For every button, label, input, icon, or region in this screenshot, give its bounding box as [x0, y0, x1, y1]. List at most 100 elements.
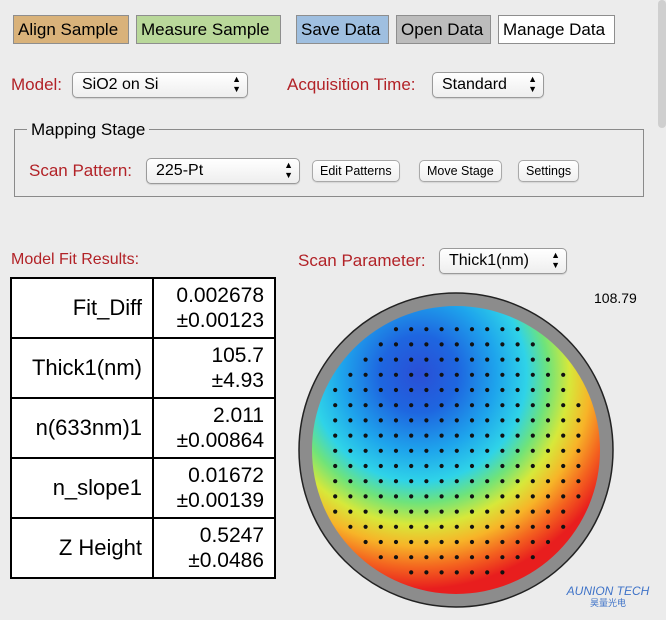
measurement-point	[454, 357, 459, 362]
measurement-point	[363, 357, 368, 362]
manage-data-button[interactable]: Manage Data	[498, 15, 615, 44]
measurement-point	[485, 403, 490, 408]
measurement-point	[515, 342, 520, 347]
measurement-point	[454, 494, 459, 499]
measurement-point	[333, 433, 338, 438]
align-sample-button[interactable]: Align Sample	[13, 15, 129, 44]
move-stage-button[interactable]: Move Stage	[419, 160, 502, 182]
measurement-point	[424, 342, 429, 347]
measurement-point	[363, 403, 368, 408]
measurement-point	[393, 463, 399, 469]
measurement-point	[500, 570, 505, 575]
model-select[interactable]: SiO2 on Si ▲ ▼	[72, 72, 248, 98]
measurement-point	[500, 357, 505, 362]
measurement-point	[439, 463, 444, 469]
measurement-point	[439, 524, 444, 529]
measurement-point	[393, 555, 399, 560]
scan-pattern-value: 225-Pt	[156, 162, 204, 179]
measurement-point	[454, 479, 459, 484]
measurement-point	[561, 403, 566, 408]
measurement-point	[515, 372, 520, 377]
scan-pattern-label: Scan Pattern:	[29, 161, 133, 180]
measurement-point	[469, 555, 475, 560]
value-text: 0.01672	[188, 464, 264, 487]
measurement-point	[454, 418, 459, 423]
measurement-point	[515, 448, 520, 453]
measurement-point	[409, 509, 414, 514]
measurement-point	[439, 448, 444, 453]
measurement-point	[348, 387, 353, 393]
measurement-point	[409, 479, 414, 484]
measurement-point	[333, 403, 338, 408]
acquisition-time-value: Standard	[442, 76, 507, 93]
measurement-point	[409, 387, 414, 393]
measurement-point	[485, 433, 490, 438]
measurement-point	[500, 387, 505, 393]
settings-button[interactable]: Settings	[518, 160, 580, 182]
measurement-point	[485, 539, 490, 545]
measurement-point	[363, 479, 368, 484]
scan-parameter-select[interactable]: Thick1(nm) ▲ ▼	[439, 248, 567, 274]
open-data-button[interactable]: Open Data	[396, 15, 491, 44]
value-text: 0.5247	[199, 524, 264, 547]
measurement-point	[348, 403, 353, 408]
measurement-point	[500, 372, 505, 377]
measurement-point	[485, 342, 490, 347]
measurement-point	[530, 463, 535, 469]
scrollbar[interactable]	[658, 0, 666, 128]
measurement-point	[424, 463, 429, 469]
measurement-point	[363, 509, 368, 514]
measurement-point	[378, 539, 383, 545]
measurement-point	[454, 372, 459, 377]
measurement-point	[500, 433, 505, 438]
measurement-point	[469, 494, 475, 499]
measurement-point	[500, 327, 505, 332]
scan-parameter-label: Scan Parameter:	[298, 251, 426, 270]
measurement-point	[454, 524, 459, 529]
measurement-point	[561, 387, 566, 393]
measurement-point	[439, 387, 444, 393]
result-value: 0.002678 ±0.00123	[152, 277, 276, 339]
measurement-point	[439, 342, 444, 347]
measurement-point	[561, 418, 566, 423]
scan-pattern-select[interactable]: 225-Pt ▲ ▼	[146, 158, 300, 184]
measurement-point	[363, 448, 368, 453]
measurement-point	[363, 524, 368, 529]
measurement-point	[515, 524, 520, 529]
measurement-point	[439, 418, 444, 423]
measurement-point	[530, 524, 535, 529]
measurement-point	[348, 509, 353, 514]
measure-sample-button[interactable]: Measure Sample	[136, 15, 281, 44]
acquisition-time-select[interactable]: Standard ▲ ▼	[432, 72, 544, 98]
measurement-point	[439, 555, 444, 560]
measurement-point	[515, 494, 520, 499]
measurement-point	[333, 509, 338, 514]
measurement-point	[393, 403, 399, 408]
measurement-point	[424, 448, 429, 453]
measurement-point	[348, 418, 353, 423]
measurement-point	[393, 448, 399, 453]
measurement-point	[500, 539, 505, 545]
error-text: ±0.00123	[176, 309, 264, 332]
measurement-point	[545, 539, 551, 545]
result-name: n(633nm)1	[10, 397, 154, 459]
measurement-point	[333, 387, 338, 393]
measurement-point	[439, 494, 444, 499]
save-data-button[interactable]: Save Data	[296, 15, 389, 44]
measurement-point	[530, 418, 535, 423]
result-value: 0.5247 ±0.0486	[152, 517, 276, 579]
measurement-point	[515, 509, 520, 514]
measurement-point	[363, 372, 368, 377]
measurement-point	[530, 509, 535, 514]
measurement-point	[469, 524, 475, 529]
error-text: ±0.0486	[188, 549, 264, 572]
edit-patterns-button[interactable]: Edit Patterns	[312, 160, 400, 182]
measurement-point	[439, 570, 444, 575]
measurement-point	[378, 433, 383, 438]
results-table: Fit_Diff 0.002678 ±0.00123 Thick1(nm) 105…	[10, 277, 276, 579]
select-arrows-icon: ▲ ▼	[284, 160, 293, 180]
measurement-point	[393, 524, 399, 529]
measurement-point	[515, 327, 520, 332]
measurement-point	[515, 403, 520, 408]
measurement-point	[469, 357, 475, 362]
